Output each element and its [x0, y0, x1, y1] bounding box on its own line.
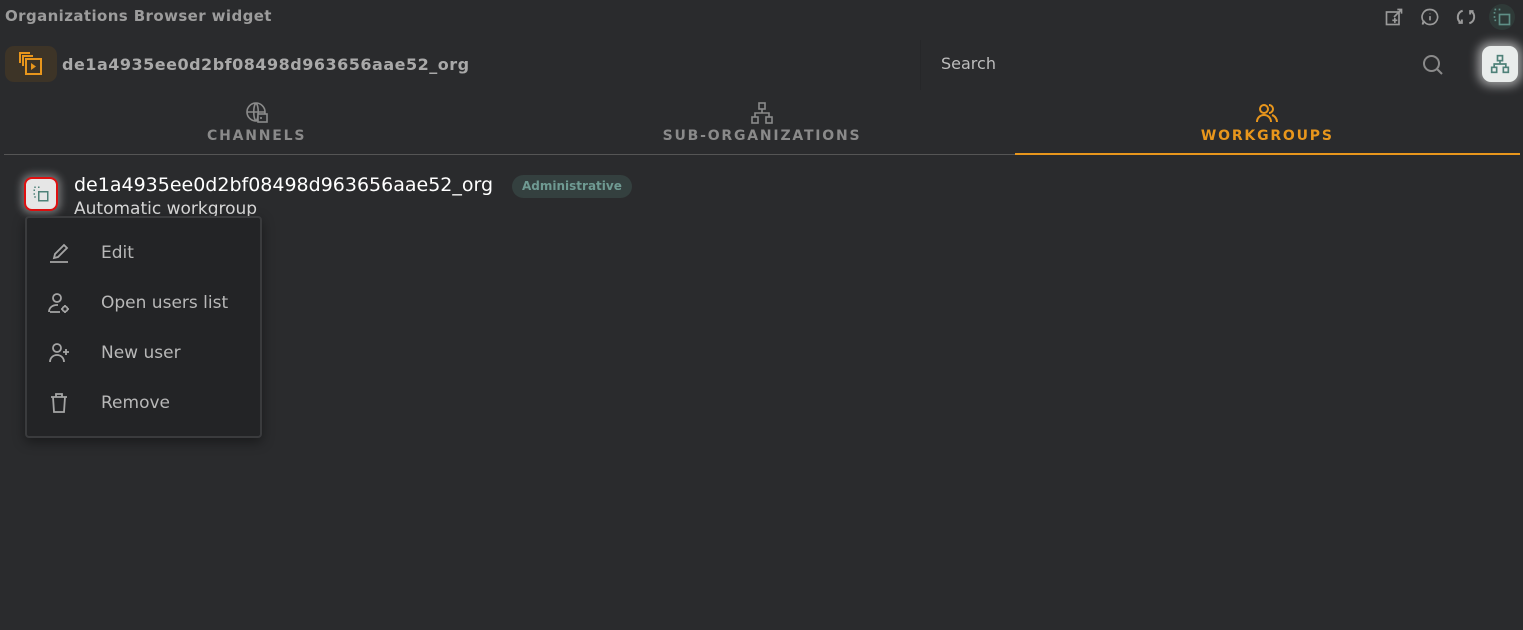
menu-label: Remove — [101, 393, 170, 413]
organization-header: de1a4935ee0d2bf08498d963656aae52_org — [5, 46, 470, 82]
menu-item-remove[interactable]: Remove — [27, 378, 260, 428]
organization-name: de1a4935ee0d2bf08498d963656aae52_org — [62, 54, 470, 74]
info-button[interactable] — [1417, 4, 1443, 30]
tab-channels[interactable]: CHANNELS — [4, 98, 509, 154]
refresh-icon — [1456, 9, 1476, 25]
menu-label: Edit — [101, 243, 134, 263]
menu-item-open-users-list[interactable]: Open users list — [27, 278, 260, 328]
new-window-button[interactable] — [1381, 4, 1407, 30]
workgroup-actions-button[interactable] — [24, 177, 58, 211]
menu-label: New user — [101, 343, 181, 363]
organization-badge[interactable] — [5, 46, 57, 82]
hierarchy-view-button[interactable] — [1482, 46, 1518, 82]
trash-icon — [51, 393, 67, 413]
menu-label: Open users list — [101, 293, 229, 313]
user-add-icon — [49, 343, 69, 363]
select-mode-button[interactable] — [1489, 4, 1515, 30]
user-settings-icon — [48, 293, 69, 313]
users-icon — [1256, 104, 1279, 123]
hierarchy-icon — [1490, 54, 1510, 74]
search-icon[interactable] — [1421, 53, 1445, 77]
hierarchy-icon — [751, 102, 773, 124]
tab-workgroups[interactable]: WORKGROUPS — [1014, 98, 1521, 155]
tab-label: SUB-ORGANIZATIONS — [662, 128, 862, 144]
context-menu: Edit Open users list New user Remove — [25, 216, 262, 438]
tab-label: WORKGROUPS — [1200, 128, 1334, 144]
tab-label: CHANNELS — [207, 128, 307, 144]
window-title: Organizations Browser widget — [5, 7, 272, 25]
organization-icon — [19, 52, 42, 75]
search-input[interactable] — [941, 54, 1401, 73]
menu-item-edit[interactable]: Edit — [27, 228, 260, 278]
workgroup-badge: Administrative — [512, 175, 632, 198]
menu-item-new-user[interactable]: New user — [27, 328, 260, 378]
select-icon — [1493, 8, 1511, 26]
tab-bar: CHANNELS SUB-ORGANIZATIONS WORKGROUPS — [4, 98, 1521, 155]
workgroup-name: de1a4935ee0d2bf08498d963656aae52_org — [74, 174, 494, 196]
edit-icon — [50, 243, 69, 263]
globe-icon — [245, 102, 268, 123]
search-box — [921, 40, 1461, 90]
new-window-icon — [1385, 8, 1403, 26]
select-icon — [33, 186, 49, 202]
tab-sub-organizations[interactable]: SUB-ORGANIZATIONS — [509, 98, 1014, 154]
refresh-button[interactable] — [1453, 4, 1479, 30]
window-toolbar — [1381, 4, 1515, 30]
info-icon — [1421, 8, 1439, 26]
title-bar: Organizations Browser widget — [0, 0, 1523, 34]
